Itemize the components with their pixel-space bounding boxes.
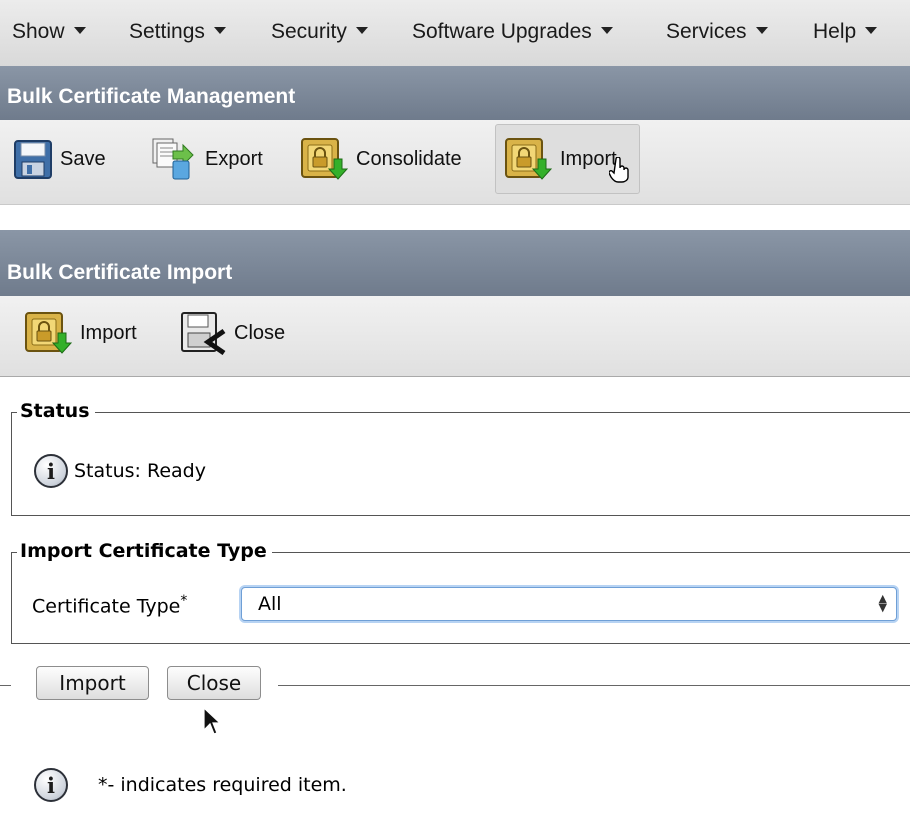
import-panel-title: Bulk Certificate Import bbox=[0, 230, 910, 296]
status-section: Status i Status: Ready bbox=[11, 400, 910, 516]
certificate-type-select[interactable]: All ▲ ▼ bbox=[241, 587, 897, 621]
menu-security[interactable]: Security bbox=[271, 20, 368, 44]
certificate-lock-icon bbox=[301, 138, 348, 180]
save-button[interactable]: Save bbox=[14, 134, 106, 184]
info-icon: i bbox=[34, 768, 68, 802]
caret-down-icon bbox=[865, 27, 878, 34]
toolbar-close-button[interactable]: Close bbox=[180, 308, 285, 358]
consolidate-button[interactable]: Consolidate bbox=[300, 134, 462, 184]
info-icon: i bbox=[34, 454, 68, 488]
arrow-cursor-icon bbox=[203, 706, 222, 735]
certificate-lock-icon bbox=[25, 312, 72, 354]
required-marker: * bbox=[180, 593, 188, 609]
management-toolbar: Save Export Consolidate Import bbox=[0, 120, 910, 205]
import-panel-toolbar: Import Close bbox=[0, 296, 910, 377]
import-button[interactable]: Import bbox=[495, 124, 640, 194]
status-legend: Status bbox=[17, 400, 95, 422]
floppy-disk-icon bbox=[14, 140, 52, 179]
menu-services[interactable]: Services bbox=[666, 20, 768, 44]
footnote-text: *- indicates required item. bbox=[98, 774, 347, 796]
caret-down-icon bbox=[73, 27, 86, 34]
button-row-divider-left bbox=[0, 685, 11, 686]
toolbar-import-button[interactable]: Import bbox=[24, 308, 137, 358]
export-button[interactable]: Export bbox=[149, 134, 263, 184]
caret-down-icon bbox=[355, 27, 368, 34]
caret-down-icon bbox=[600, 27, 613, 34]
menu-show[interactable]: Show bbox=[12, 20, 86, 44]
menu-settings[interactable]: Settings bbox=[129, 20, 226, 44]
close-document-icon bbox=[181, 312, 226, 355]
import-submit-button[interactable]: Import bbox=[36, 666, 149, 700]
management-title: Bulk Certificate Management bbox=[0, 66, 910, 120]
menu-help[interactable]: Help bbox=[813, 20, 878, 44]
button-row-divider-right bbox=[278, 685, 910, 686]
select-arrows-icon: ▲ ▼ bbox=[878, 592, 887, 614]
certificate-type-label: Certificate Type* bbox=[32, 593, 188, 618]
export-icon bbox=[152, 138, 194, 180]
caret-down-icon bbox=[755, 27, 768, 34]
caret-down-icon bbox=[213, 27, 226, 34]
import-type-legend: Import Certificate Type bbox=[17, 540, 272, 562]
status-text: Status: Ready bbox=[74, 460, 206, 482]
close-submit-button[interactable]: Close bbox=[167, 666, 261, 700]
menu-bar: Show Settings Security Software Upgrades… bbox=[0, 0, 910, 67]
hand-cursor-icon bbox=[609, 157, 629, 183]
certificate-lock-icon bbox=[505, 138, 552, 180]
required-footnote: i *- indicates required item. bbox=[34, 768, 347, 802]
menu-software-upgrades[interactable]: Software Upgrades bbox=[412, 20, 613, 44]
status-row: i Status: Ready bbox=[34, 454, 206, 488]
